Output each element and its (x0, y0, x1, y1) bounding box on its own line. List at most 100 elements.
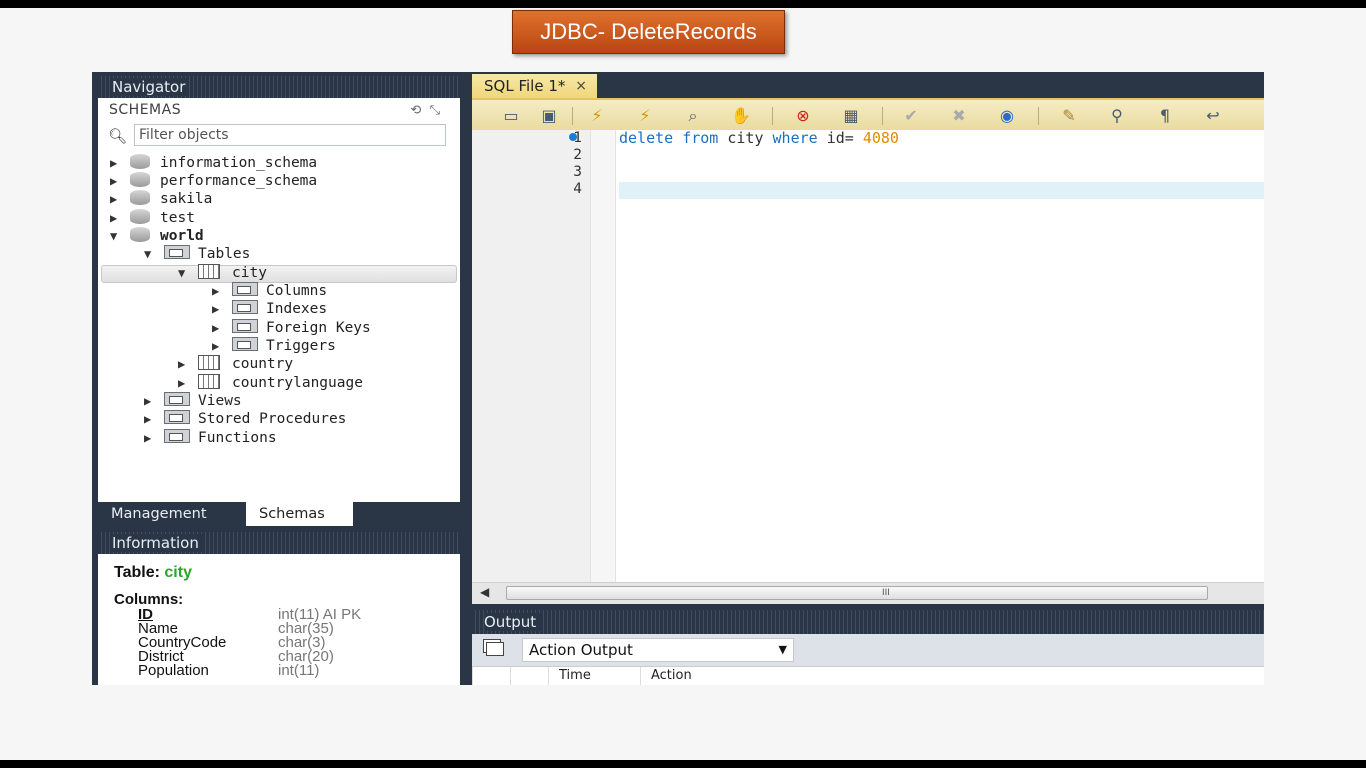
rollback-icon[interactable]: ✖ (944, 106, 974, 126)
scroll-left-icon[interactable]: ◀ (480, 585, 489, 599)
database-icon (130, 153, 150, 169)
navigator-panel: SCHEMAS ⟲ ⤡ 🔍︎ ▶ information_schema ▶ perf… (98, 98, 460, 502)
folder-icon (232, 282, 258, 296)
selected-row-highlight (101, 265, 457, 283)
navigator-header: Navigator (98, 76, 460, 98)
scrollbar-grip: III (882, 588, 890, 598)
table-icon (198, 263, 220, 279)
expand-arrow-icon[interactable]: ▶ (144, 431, 164, 445)
execute-icon[interactable]: ⚡ (582, 106, 612, 126)
expand-arrow-icon[interactable]: ▶ (212, 302, 232, 316)
expand-arrow-icon[interactable]: ▶ (212, 284, 232, 298)
column-type: int(11) (278, 662, 320, 679)
database-icon (130, 171, 150, 187)
sql-toolbar: ▭ ▣ ⚡ ⚡ ⌕ ✋ ⊗ ▦ ✔ ✖ ◉ ✎ ⚲ ¶ ↩ (472, 98, 1264, 130)
expand-arrow-icon[interactable]: ▶ (144, 412, 164, 426)
tree-item-label: city (232, 265, 267, 281)
tab-schemas[interactable]: Schemas (246, 502, 353, 526)
toolbar-separator (882, 107, 883, 125)
expand-arrow-icon[interactable]: ▶ (212, 321, 232, 335)
output-title: Output (484, 613, 541, 631)
line-number: 3 (573, 164, 582, 180)
tree-item-country[interactable]: ▶ country (178, 354, 293, 373)
tree-item-information-schema[interactable]: ▶ information_schema (110, 153, 317, 172)
commit-icon[interactable]: ✔ (896, 106, 926, 126)
expand-arrow-icon[interactable]: ▶ (110, 211, 130, 225)
collapse-arrow-icon[interactable]: ▼ (178, 266, 198, 280)
expand-arrow-icon[interactable]: ▶ (110, 156, 130, 170)
navigator-tabs: Management Schemas (98, 502, 460, 526)
filter-objects-input[interactable] (134, 124, 446, 146)
tree-item-performance-schema[interactable]: ▶ performance_schema (110, 171, 318, 190)
workbench-window: Navigator SCHEMAS ⟲ ⤡ 🔍︎ ▶ information_sc… (92, 72, 1264, 685)
tree-item-world[interactable]: ▼ world (110, 226, 204, 245)
statement-marker-icon (569, 133, 577, 141)
table-icon (198, 354, 220, 370)
output-type-select[interactable]: Action Output ▼ (522, 638, 794, 662)
tree-item-label: Columns (266, 283, 328, 299)
tree-item-columns[interactable]: ▶ Columns (212, 282, 327, 300)
output-toolbar: Action Output ▼ (472, 634, 1264, 666)
invisible-chars-icon[interactable]: ¶ (1150, 106, 1180, 126)
close-icon[interactable]: × (575, 74, 587, 98)
tree-item-countrylanguage[interactable]: ▶ countrylanguage (178, 373, 363, 392)
folder-icon (232, 300, 258, 314)
collapse-arrow-icon[interactable]: ▼ (110, 229, 130, 243)
chevron-down-icon[interactable]: ▼ (779, 639, 787, 661)
database-icon (130, 226, 150, 242)
explain-icon[interactable]: ⌕ (678, 106, 708, 126)
result-grid-icon[interactable]: ▦ (836, 106, 866, 126)
tree-item-tables[interactable]: ▼ Tables (144, 245, 250, 263)
expand-arrow-icon[interactable]: ▶ (110, 174, 130, 188)
tree-item-functions[interactable]: ▶ Functions (144, 429, 277, 447)
folder-icon (232, 319, 258, 333)
tree-item-label: Triggers (266, 338, 336, 354)
tree-item-label: Functions (198, 430, 277, 446)
expand-arrow-icon[interactable]: ▶ (178, 376, 198, 390)
autocommit-icon[interactable]: ◉ (992, 106, 1022, 126)
beautify-icon[interactable]: ✎ (1054, 106, 1084, 126)
info-table-label: Table: (114, 564, 160, 581)
current-line-highlight (619, 182, 1264, 199)
sql-identifier: id= (826, 129, 854, 147)
expand-arrow-icon[interactable]: ▶ (110, 192, 130, 206)
title-banner: JDBC- DeleteRecords (512, 10, 785, 54)
output-col-time[interactable]: Time (548, 667, 640, 685)
tab-sql-file[interactable]: SQL File 1* × (472, 74, 597, 98)
toggle-error-icon[interactable]: ⊗ (788, 106, 818, 126)
tree-item-label: performance_schema (160, 173, 318, 189)
open-folder-icon[interactable]: ▭ (496, 106, 526, 126)
tree-item-foreign-keys[interactable]: ▶ Foreign Keys (212, 319, 371, 337)
horizontal-scrollbar[interactable]: ◀ III (472, 582, 1264, 604)
tree-item-triggers[interactable]: ▶ Triggers (212, 337, 336, 355)
sql-keyword: from (682, 129, 719, 147)
top-letterbox (0, 0, 1366, 8)
scrollbar-thumb[interactable]: III (506, 586, 1208, 600)
tree-item-sakila[interactable]: ▶ sakila (110, 189, 212, 208)
execute-selection-icon[interactable]: ⚡ (630, 106, 660, 126)
tree-item-stored-procedures[interactable]: ▶ Stored Procedures (144, 410, 346, 428)
wrap-icon[interactable]: ↩ (1198, 106, 1228, 126)
copy-output-icon[interactable] (486, 642, 504, 656)
find-icon[interactable]: ⚲ (1102, 106, 1132, 126)
expand-arrow-icon[interactable]: ▶ (212, 339, 232, 353)
sql-number: 4080 (862, 129, 899, 147)
tab-management[interactable]: Management (98, 502, 220, 526)
tree-item-indexes[interactable]: ▶ Indexes (212, 300, 327, 318)
save-icon[interactable]: ▣ (534, 106, 564, 126)
collapse-arrow-icon[interactable]: ▼ (144, 247, 164, 261)
output-col-action[interactable]: Action (640, 667, 840, 685)
expand-arrow-icon[interactable]: ▶ (144, 394, 164, 408)
tree-item-label: Tables (198, 246, 251, 262)
tree-item-test[interactable]: ▶ test (110, 208, 195, 227)
toolbar-separator (772, 107, 773, 125)
stop-icon[interactable]: ✋ (726, 106, 756, 126)
expand-arrow-icon[interactable]: ▶ (178, 357, 198, 371)
refresh-icon[interactable]: ⟲ (410, 103, 421, 118)
tree-item-views[interactable]: ▶ Views (144, 392, 242, 410)
collapse-icon[interactable]: ⤡ (430, 103, 440, 118)
tree-item-label: Views (198, 393, 242, 409)
toolbar-separator (1038, 107, 1039, 125)
tree-item-city[interactable]: ▼ city (178, 263, 267, 282)
line-number: 2 (573, 147, 582, 163)
